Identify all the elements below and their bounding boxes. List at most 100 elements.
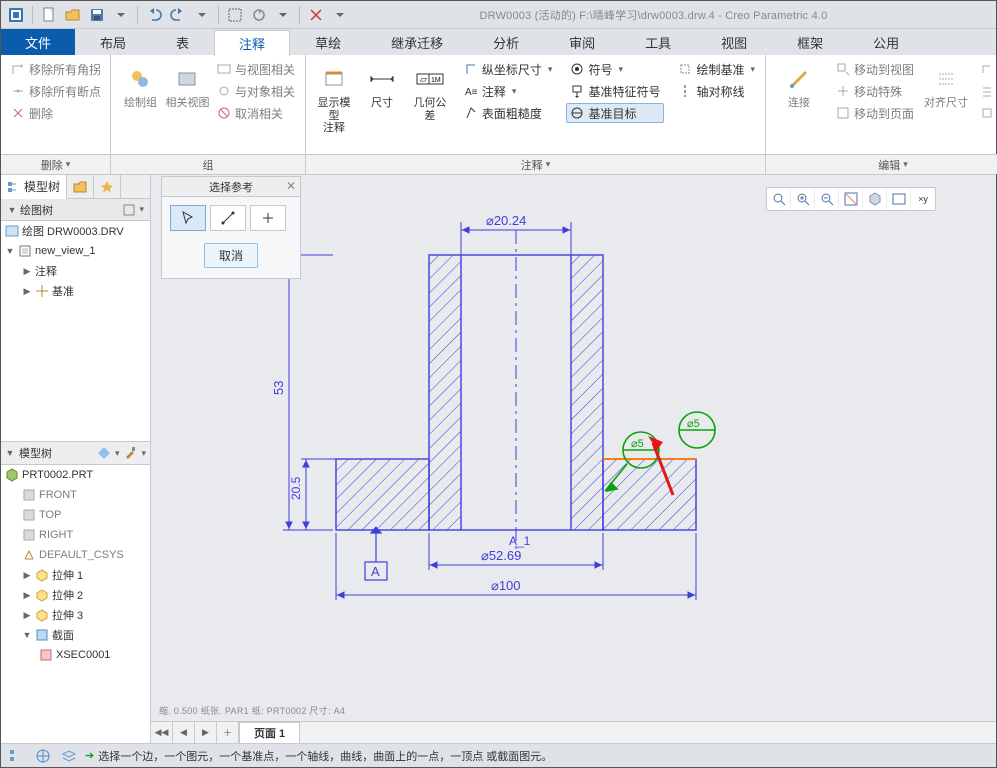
select-edge-button[interactable]: [210, 205, 246, 231]
remove-break-button[interactable]: 移除所有断点: [7, 81, 105, 101]
move-view-button[interactable]: 移动到视图: [832, 59, 918, 79]
tab-sketch[interactable]: 草绘: [290, 29, 366, 55]
remove-angle-button[interactable]: 移除所有角拐: [7, 59, 105, 79]
tree-datum[interactable]: ▶ 基准: [1, 281, 150, 301]
tree-section[interactable]: ▼ 截面: [1, 625, 150, 645]
drawing-group-button[interactable]: 绘制组: [117, 59, 164, 137]
status-arrow-icon: ➔: [85, 749, 94, 762]
symbol-button[interactable]: 符号▾: [566, 59, 664, 79]
tab-table[interactable]: 表: [151, 29, 214, 55]
titlebar: DRW0003 (活动的) F:\晴峰学习\drw0003.drw.4 - Cr…: [1, 1, 996, 29]
remove-angle-label: 移除所有角拐: [29, 61, 101, 78]
tree-right[interactable]: RIGHT: [1, 525, 150, 545]
sheet-tab-page1[interactable]: 页面 1: [239, 722, 300, 744]
rel-view-on-button[interactable]: 与视图相关: [213, 59, 299, 79]
tree-extrude3[interactable]: ▶ 拉伸 3: [1, 605, 150, 625]
tab-common[interactable]: 公用: [848, 29, 924, 55]
tree-front[interactable]: FRONT: [1, 485, 150, 505]
tree-right-label: RIGHT: [39, 529, 73, 541]
tree-csys[interactable]: DEFAULT_CSYS: [1, 545, 150, 565]
select-reference-panel: 选择参考 ✕ 取消: [161, 176, 301, 279]
sheet-prev-icon[interactable]: ◀: [173, 722, 195, 744]
tree-top[interactable]: TOP: [1, 505, 150, 525]
model-tree-caret[interactable]: ▼: [5, 448, 15, 458]
sb-layer-icon[interactable]: [59, 746, 79, 766]
select-midpoint-button[interactable]: [250, 205, 286, 231]
tree-extrude2[interactable]: ▶ 拉伸 2: [1, 585, 150, 605]
undo-icon[interactable]: [143, 4, 165, 26]
rel-obj-button[interactable]: 与对象相关: [213, 81, 299, 101]
tab-layout[interactable]: 布局: [75, 29, 151, 55]
settings-icon[interactable]: [122, 203, 136, 217]
ordinate-dim-label: 纵坐标尺寸: [482, 61, 542, 78]
redo-dd-icon[interactable]: [191, 4, 213, 26]
save-icon[interactable]: [86, 4, 108, 26]
tab-frame[interactable]: 框架: [772, 29, 848, 55]
tree-annotation[interactable]: ▶ 注释: [1, 261, 150, 281]
tab-view[interactable]: 视图: [696, 29, 772, 55]
ordinate-dim-button[interactable]: 纵坐标尺寸▾: [460, 59, 557, 79]
new-icon[interactable]: [38, 4, 60, 26]
tool-hammer-icon[interactable]: [123, 446, 137, 460]
box-select-icon[interactable]: [224, 4, 246, 26]
tree-xsec[interactable]: XSEC0001: [1, 645, 150, 665]
tree-prt[interactable]: PRT0002.PRT: [1, 465, 150, 485]
align-button[interactable]: 对: [976, 81, 997, 101]
model-tree-tab[interactable]: 模型树: [1, 175, 67, 199]
corner-button[interactable]: 角: [976, 59, 997, 79]
relate-view-button[interactable]: 相关视图: [164, 59, 211, 137]
regen-dd-icon[interactable]: [272, 4, 294, 26]
tab-review[interactable]: 审阅: [544, 29, 620, 55]
clear-button[interactable]: 清: [976, 103, 997, 123]
tab-inherit[interactable]: 继承迁移: [366, 29, 468, 55]
move-page-button[interactable]: 移动到页面: [832, 103, 918, 123]
open-icon[interactable]: [62, 4, 84, 26]
model-tree-tab-label: 模型树: [24, 178, 60, 195]
file-tab[interactable]: 文件: [1, 29, 75, 55]
cancel-rel-button[interactable]: 取消相关: [213, 103, 299, 123]
sb-globe-icon[interactable]: [33, 746, 53, 766]
app-menu-icon[interactable]: [5, 4, 27, 26]
geo-tol-label: 几何公差: [409, 97, 451, 122]
drawing-tree-caret[interactable]: ▼: [7, 205, 17, 215]
sheet-first-icon[interactable]: ◀◀: [151, 722, 173, 744]
axis-sym-button[interactable]: 轴对称线: [674, 81, 759, 101]
favorites-tab[interactable]: [94, 175, 121, 199]
delete-button[interactable]: 删除: [7, 103, 105, 123]
select-pointer-button[interactable]: [170, 205, 206, 231]
datum-target-2-label: ⌀5: [687, 418, 700, 430]
tree-csys-label: DEFAULT_CSYS: [39, 549, 124, 561]
datum-feature-label: 基准特征符号: [588, 83, 660, 100]
note-button[interactable]: A≡ 注释▾: [460, 81, 557, 101]
redo-icon[interactable]: [167, 4, 189, 26]
sheet-add-icon[interactable]: ＋: [217, 722, 239, 744]
select-panel-close-icon[interactable]: ✕: [286, 179, 296, 193]
save-dd-icon[interactable]: [110, 4, 132, 26]
tree-drawing-root[interactable]: 绘图 DRW0003.DRV: [1, 221, 150, 241]
folder-tab[interactable]: [67, 175, 94, 199]
close-window-icon[interactable]: [305, 4, 327, 26]
draw-datum-button[interactable]: 绘制基准▾: [674, 59, 759, 79]
tab-analysis[interactable]: 分析: [468, 29, 544, 55]
datum-feature-button[interactable]: 基准特征符号: [566, 81, 664, 101]
tab-annotate[interactable]: 注释: [214, 30, 290, 56]
tree-new-view[interactable]: ▼ new_view_1: [1, 241, 150, 261]
window-title: DRW0003 (活动的) F:\晴峰学习\drw0003.drw.4 - Cr…: [351, 7, 956, 23]
sb-tree-icon[interactable]: [7, 746, 27, 766]
move-special-button[interactable]: 移动特殊: [832, 81, 918, 101]
tab-tools[interactable]: 工具: [620, 29, 696, 55]
surf-rough-button[interactable]: 表面粗糙度: [460, 103, 557, 123]
geo-tol-button[interactable]: ⏥1M 几何公差: [408, 59, 452, 137]
filter-diamond-icon[interactable]: [97, 446, 111, 460]
datum-target-button[interactable]: 基准目标: [566, 103, 664, 123]
qat-dd-icon[interactable]: [329, 4, 351, 26]
tree-extrude1[interactable]: ▶ 拉伸 1: [1, 565, 150, 585]
regenerate-icon[interactable]: [248, 4, 270, 26]
connect-button[interactable]: 连接: [772, 59, 826, 137]
align-dim-button[interactable]: 对齐尺寸: [922, 59, 970, 137]
rel-obj-label: 与对象相关: [235, 83, 295, 100]
sheet-next-icon[interactable]: ▶: [195, 722, 217, 744]
dimension-button[interactable]: 尺寸: [360, 59, 404, 137]
show-model-annot-button[interactable]: 显示模型 注释: [312, 59, 356, 137]
select-cancel-button[interactable]: 取消: [204, 243, 258, 268]
